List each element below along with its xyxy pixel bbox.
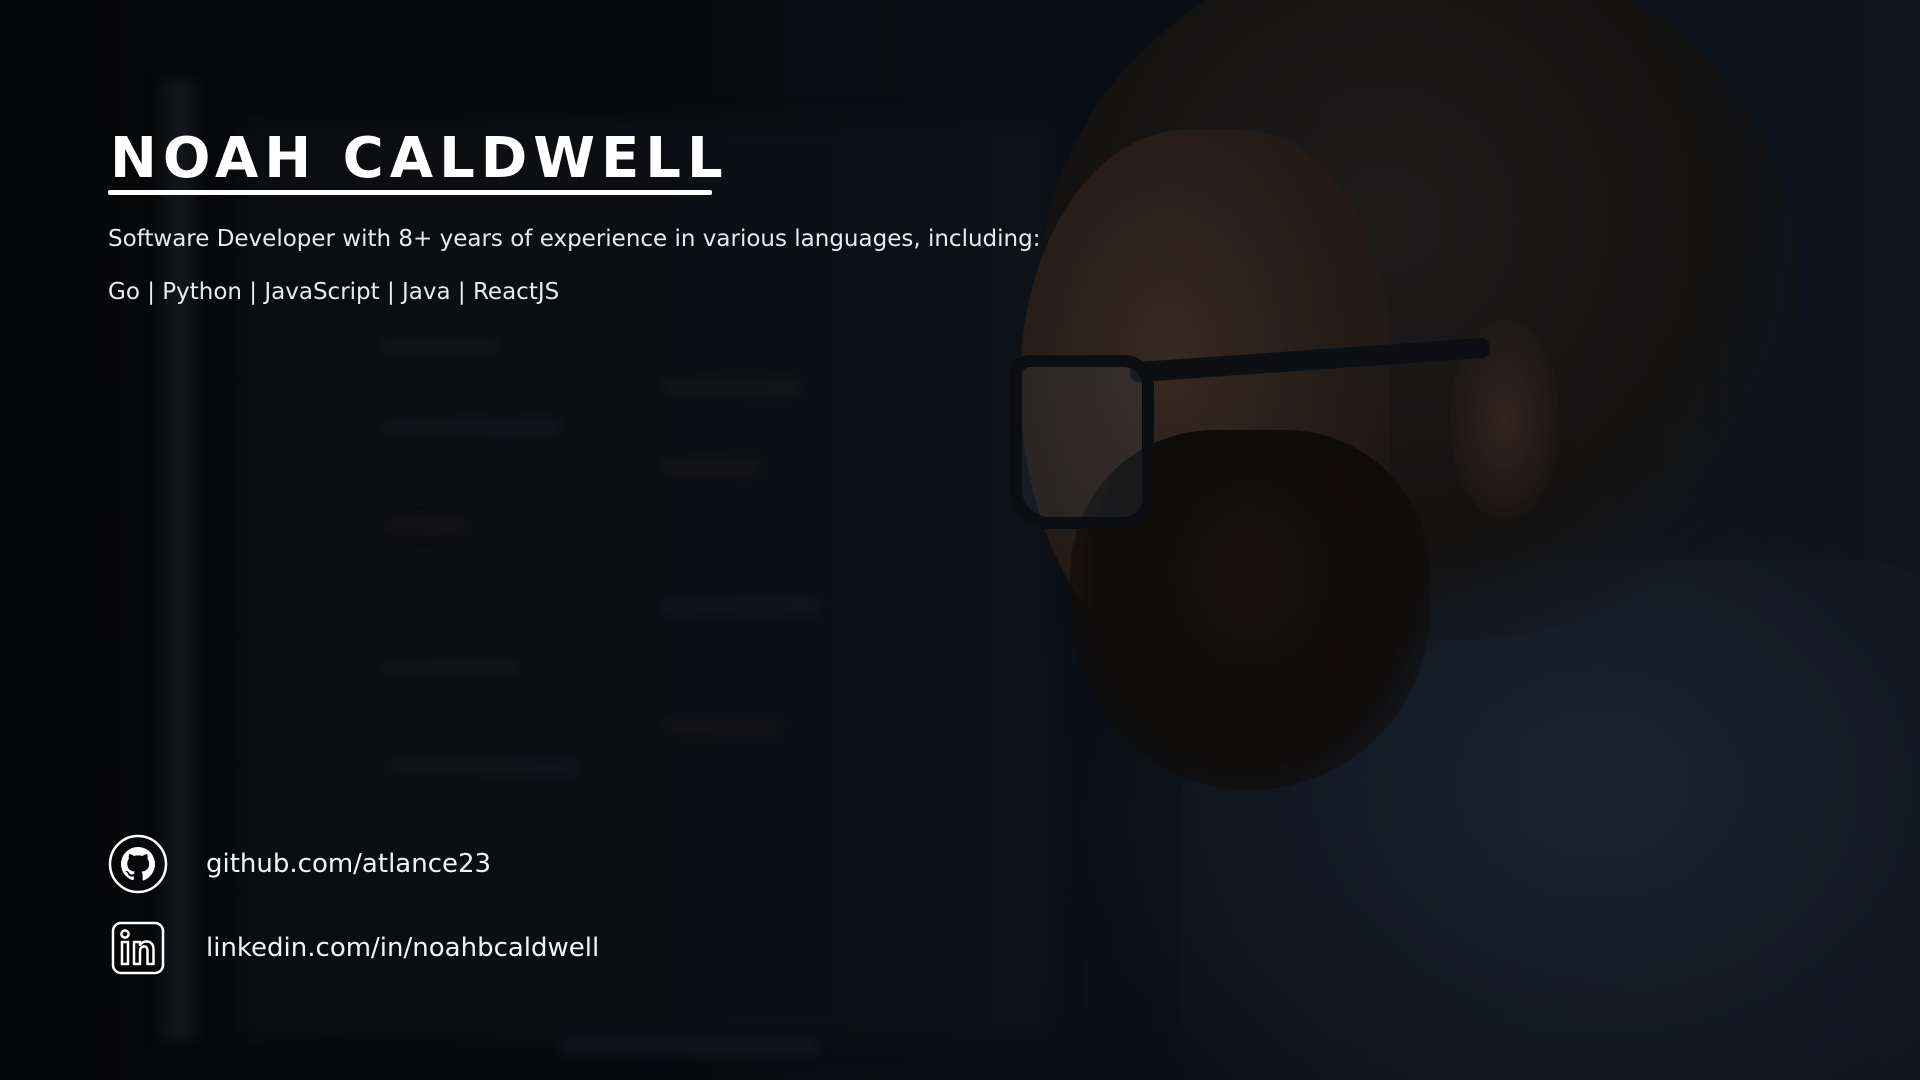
github-contact[interactable]: github.com/atlance23 [108,834,491,894]
profile-summary: Software Developer with 8+ years of expe… [108,226,1041,252]
linkedin-contact[interactable]: linkedin.com/in/noahbcaldwell [108,918,599,978]
github-link[interactable]: github.com/atlance23 [206,849,491,879]
linkedin-link[interactable]: linkedin.com/in/noahbcaldwell [206,933,599,963]
skills-list: Go | Python | JavaScript | Java | ReactJ… [108,279,560,305]
linkedin-icon [108,918,168,978]
portfolio-page: NOAH CALDWELL Software Developer with 8+… [0,0,1920,1080]
name-underline [108,190,712,195]
profile-name: NOAH CALDWELL [110,126,729,191]
github-icon [108,834,168,894]
